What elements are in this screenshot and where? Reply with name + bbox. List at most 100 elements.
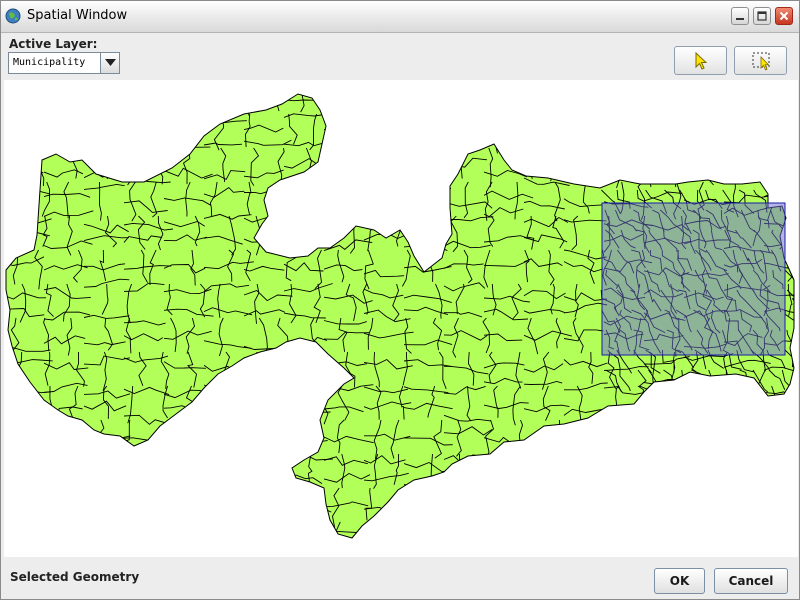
municipality-border: [283, 435, 328, 443]
municipality-map[interactable]: [4, 80, 798, 557]
municipality-border: [283, 352, 325, 361]
municipality-border: [443, 120, 489, 126]
municipality-border: [523, 523, 570, 532]
municipality-border: [483, 503, 526, 510]
municipality-border: [763, 487, 794, 497]
municipality-border: [779, 487, 790, 520]
municipality-border: [283, 194, 333, 200]
selected-geometry-rectangle[interactable]: [601, 202, 786, 356]
municipality-border: [156, 453, 165, 494]
municipality-border: [253, 385, 261, 422]
municipality-border: [228, 419, 236, 461]
municipality-border: [763, 157, 794, 166]
close-icon: [779, 11, 789, 21]
municipality-border: [545, 454, 555, 493]
municipality-border: [363, 126, 410, 136]
municipality-border: [83, 531, 132, 538]
municipality-border: [763, 499, 794, 513]
municipality-border: [763, 453, 794, 462]
municipality-border: [512, 94, 522, 118]
municipality-border: [226, 521, 235, 538]
municipality-border: [552, 487, 561, 528]
minimize-button[interactable]: [731, 7, 749, 25]
municipality-border: [763, 137, 794, 144]
rectangle-select-tool-button[interactable]: [734, 46, 787, 75]
municipality-border: [184, 113, 192, 147]
municipality-border: [763, 123, 794, 132]
municipality-border: [572, 453, 583, 490]
municipality-border: [676, 385, 682, 425]
map-canvas[interactable]: [4, 80, 798, 557]
municipality-border: [459, 556, 463, 557]
municipality-border: [671, 487, 679, 519]
pointer-tool-button[interactable]: [674, 46, 727, 75]
municipality-border: [683, 166, 732, 172]
municipality-border: [163, 491, 208, 502]
municipality-border: [323, 204, 367, 218]
municipality-border: [8, 385, 14, 426]
municipality-border: [43, 121, 93, 131]
municipality-border: [214, 385, 222, 420]
municipality-border: [683, 423, 731, 433]
municipality-border: [733, 94, 740, 119]
municipality-border: [343, 556, 352, 557]
municipality-border: [203, 438, 245, 444]
municipality-border: [603, 138, 651, 146]
municipality-border: [792, 453, 794, 489]
municipality-border: [323, 163, 366, 170]
municipality-border: [734, 419, 745, 452]
municipality-border: [6, 431, 48, 441]
municipality-border: [673, 147, 678, 188]
municipality-border: [761, 94, 769, 115]
municipality-border: [615, 521, 625, 538]
municipality-border: [780, 113, 788, 153]
municipality-border: [69, 556, 76, 557]
municipality-border: [163, 122, 205, 133]
municipality-border: [643, 171, 685, 182]
municipality-border: [706, 147, 714, 186]
municipality-border: [662, 94, 669, 115]
ok-button[interactable]: OK: [654, 568, 705, 594]
municipality-border: [41, 94, 51, 115]
municipality-border: [616, 487, 623, 522]
municipality-border: [603, 474, 651, 482]
close-button[interactable]: [775, 7, 793, 25]
municipality-border: [723, 142, 770, 155]
municipality-border: [468, 94, 473, 115]
municipality-border: [586, 419, 594, 460]
municipality-border: [763, 522, 794, 530]
municipality-border: [683, 149, 729, 158]
dropdown-arrow-button[interactable]: [100, 53, 119, 73]
municipality-border: [198, 521, 207, 538]
municipality-border: [424, 113, 434, 154]
title-bar[interactable]: Spatial Window: [1, 1, 799, 33]
municipality-border: [243, 481, 287, 491]
municipality-border: [312, 351, 321, 389]
municipality-border: [675, 453, 681, 491]
municipality-border: [426, 487, 434, 527]
municipality-border: [6, 500, 54, 507]
municipality-border: [790, 419, 794, 456]
municipality-border: [785, 209, 794, 230]
municipality-border: [428, 215, 437, 248]
municipality-border: [723, 94, 773, 101]
maximize-button[interactable]: [753, 7, 771, 25]
municipality-border: [603, 446, 654, 455]
municipality-border: [693, 419, 702, 454]
municipality-border: [403, 167, 447, 177]
municipality-border: [754, 556, 760, 557]
municipality-border: [563, 524, 609, 534]
municipality-border: [83, 146, 129, 156]
municipality-border: [83, 117, 125, 130]
municipality-border: [378, 181, 386, 218]
municipality-border: [363, 158, 404, 168]
municipality-border: [203, 381, 250, 390]
municipality-border: [467, 113, 475, 152]
cancel-button[interactable]: Cancel: [714, 568, 788, 594]
municipality-border: [678, 556, 684, 557]
active-layer-select[interactable]: Municipality: [8, 52, 120, 74]
municipality-border: [723, 477, 764, 482]
municipality-border: [203, 511, 254, 517]
municipality-border: [21, 181, 29, 219]
municipality-border: [283, 220, 330, 229]
